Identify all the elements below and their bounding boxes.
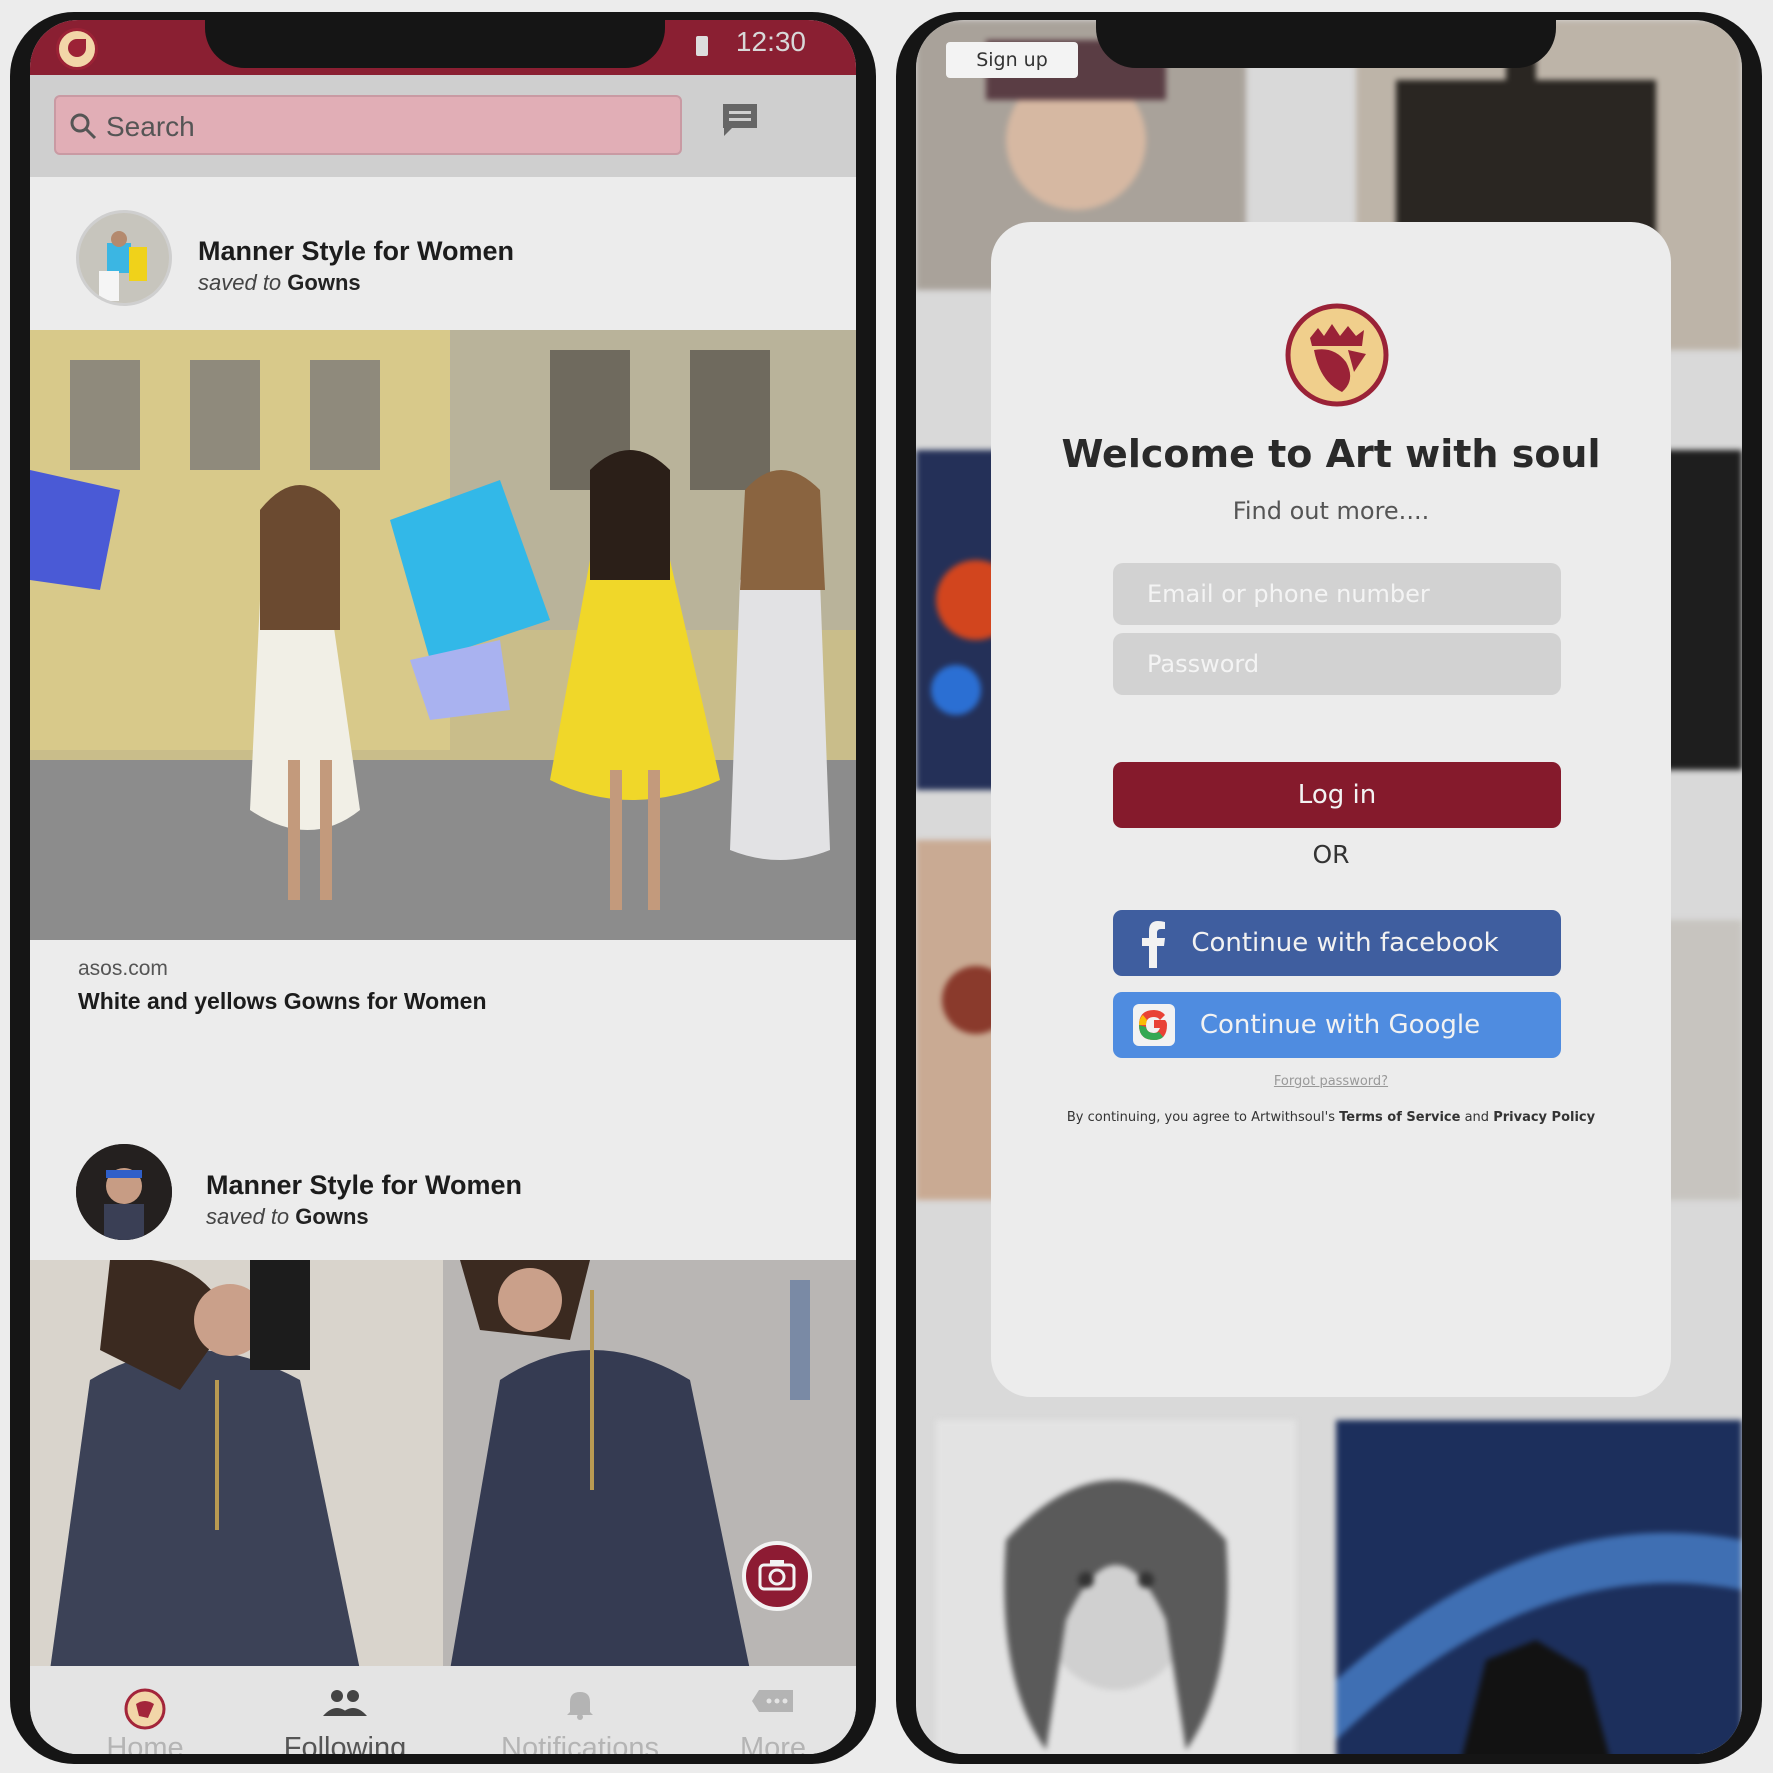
google-login-button[interactable]: Continue with Google <box>1113 992 1561 1058</box>
saved-prefix: saved to <box>206 1204 290 1229</box>
board-name[interactable]: Gowns <box>295 1204 368 1229</box>
post-saved-to: saved to Gowns <box>198 270 361 296</box>
signup-button[interactable]: Sign up <box>946 42 1078 78</box>
bottom-navigation: Home Following Notifications More <box>30 1666 856 1754</box>
login-card: Welcome to Art with soul Find out more..… <box>991 222 1671 1397</box>
post-author[interactable]: Manner Style for Women <box>198 236 514 267</box>
post-image-shopping-women[interactable] <box>30 330 856 940</box>
nav-home[interactable]: Home <box>70 1666 220 1754</box>
background-artwork-sketch <box>936 1420 1296 1754</box>
phone-login: Sign up Welcome to Art with soul Find ou… <box>896 12 1762 1764</box>
post-photo <box>30 330 856 940</box>
post-header[interactable]: Manner Style for Women saved to Gowns <box>30 1144 856 1254</box>
terms-and: and <box>1464 1110 1490 1125</box>
camera-button[interactable] <box>742 1541 812 1611</box>
avatar[interactable] <box>76 1144 172 1240</box>
nav-following[interactable]: Following <box>260 1666 430 1754</box>
post-source-domain[interactable]: asos.com <box>78 957 168 981</box>
avatar[interactable] <box>76 210 172 306</box>
status-time: 12:30 <box>735 26 806 57</box>
welcome-title: Welcome to Art with soul <box>1061 432 1601 476</box>
nav-home-label: Home <box>106 1732 184 1754</box>
home-screen: 12:30 Search Manner Style for Women save… <box>30 20 856 1754</box>
post-header[interactable]: Manner Style for Women saved to Gowns <box>30 210 856 320</box>
post-image-navy-dress[interactable] <box>30 1260 856 1670</box>
board-name[interactable]: Gowns <box>287 270 360 295</box>
terms-notice: By continuing, you agree to Artwithsoul'… <box>961 1110 1701 1125</box>
nav-more[interactable]: More <box>710 1666 836 1754</box>
phone-notch <box>205 12 665 68</box>
nav-notifications[interactable]: Notifications <box>470 1666 690 1754</box>
camera-icon <box>758 1560 796 1591</box>
people-icon <box>323 1690 367 1716</box>
facebook-login-label: Continue with facebook <box>1191 928 1499 958</box>
terms-of-service-link[interactable]: Terms of Service <box>1339 1110 1460 1125</box>
message-icon[interactable] <box>720 101 760 139</box>
home-logo-icon <box>124 1688 166 1730</box>
privacy-policy-link[interactable]: Privacy Policy <box>1493 1110 1595 1125</box>
search-row: Search <box>30 75 856 177</box>
phone-home-feed: 12:30 Search Manner Style for Women save… <box>10 12 876 1764</box>
forgot-password-link[interactable]: Forgot password? <box>991 1074 1671 1089</box>
login-screen: Sign up Welcome to Art with soul Find ou… <box>916 20 1742 1754</box>
post-saved-to: saved to Gowns <box>206 1204 369 1230</box>
facebook-icon <box>1142 921 1165 968</box>
nav-following-label: Following <box>283 1732 407 1754</box>
email-field[interactable] <box>1113 563 1561 625</box>
welcome-subtitle: Find out more.... <box>1232 497 1430 525</box>
battery-icon <box>696 36 708 56</box>
nav-more-label: More <box>739 1732 807 1754</box>
search-icon <box>70 113 97 140</box>
saved-prefix: saved to <box>198 270 282 295</box>
brand-logo-icon <box>1285 303 1389 407</box>
search-placeholder: Search <box>106 111 195 142</box>
login-button[interactable]: Log in <box>1113 762 1561 828</box>
post-photo <box>30 1260 856 1670</box>
background-artwork-galaxy <box>1336 1420 1742 1754</box>
more-icon <box>752 1690 793 1712</box>
search-input[interactable]: Search <box>54 95 682 155</box>
or-divider: OR <box>1312 840 1350 869</box>
bell-icon <box>567 1692 593 1720</box>
facebook-login-button[interactable]: Continue with facebook <box>1113 910 1561 976</box>
app-logo-icon <box>56 28 98 70</box>
password-field[interactable] <box>1113 633 1561 695</box>
terms-prefix: By continuing, you agree to Artwithsoul'… <box>1066 1110 1335 1125</box>
nav-notifications-label: Notifications <box>501 1732 659 1754</box>
google-login-label: Continue with Google <box>1199 1010 1481 1040</box>
phone-notch <box>1096 12 1556 68</box>
post-author[interactable]: Manner Style for Women <box>206 1170 522 1201</box>
post-description: White and yellows Gowns for Women <box>78 988 487 1014</box>
google-icon <box>1133 1004 1175 1046</box>
